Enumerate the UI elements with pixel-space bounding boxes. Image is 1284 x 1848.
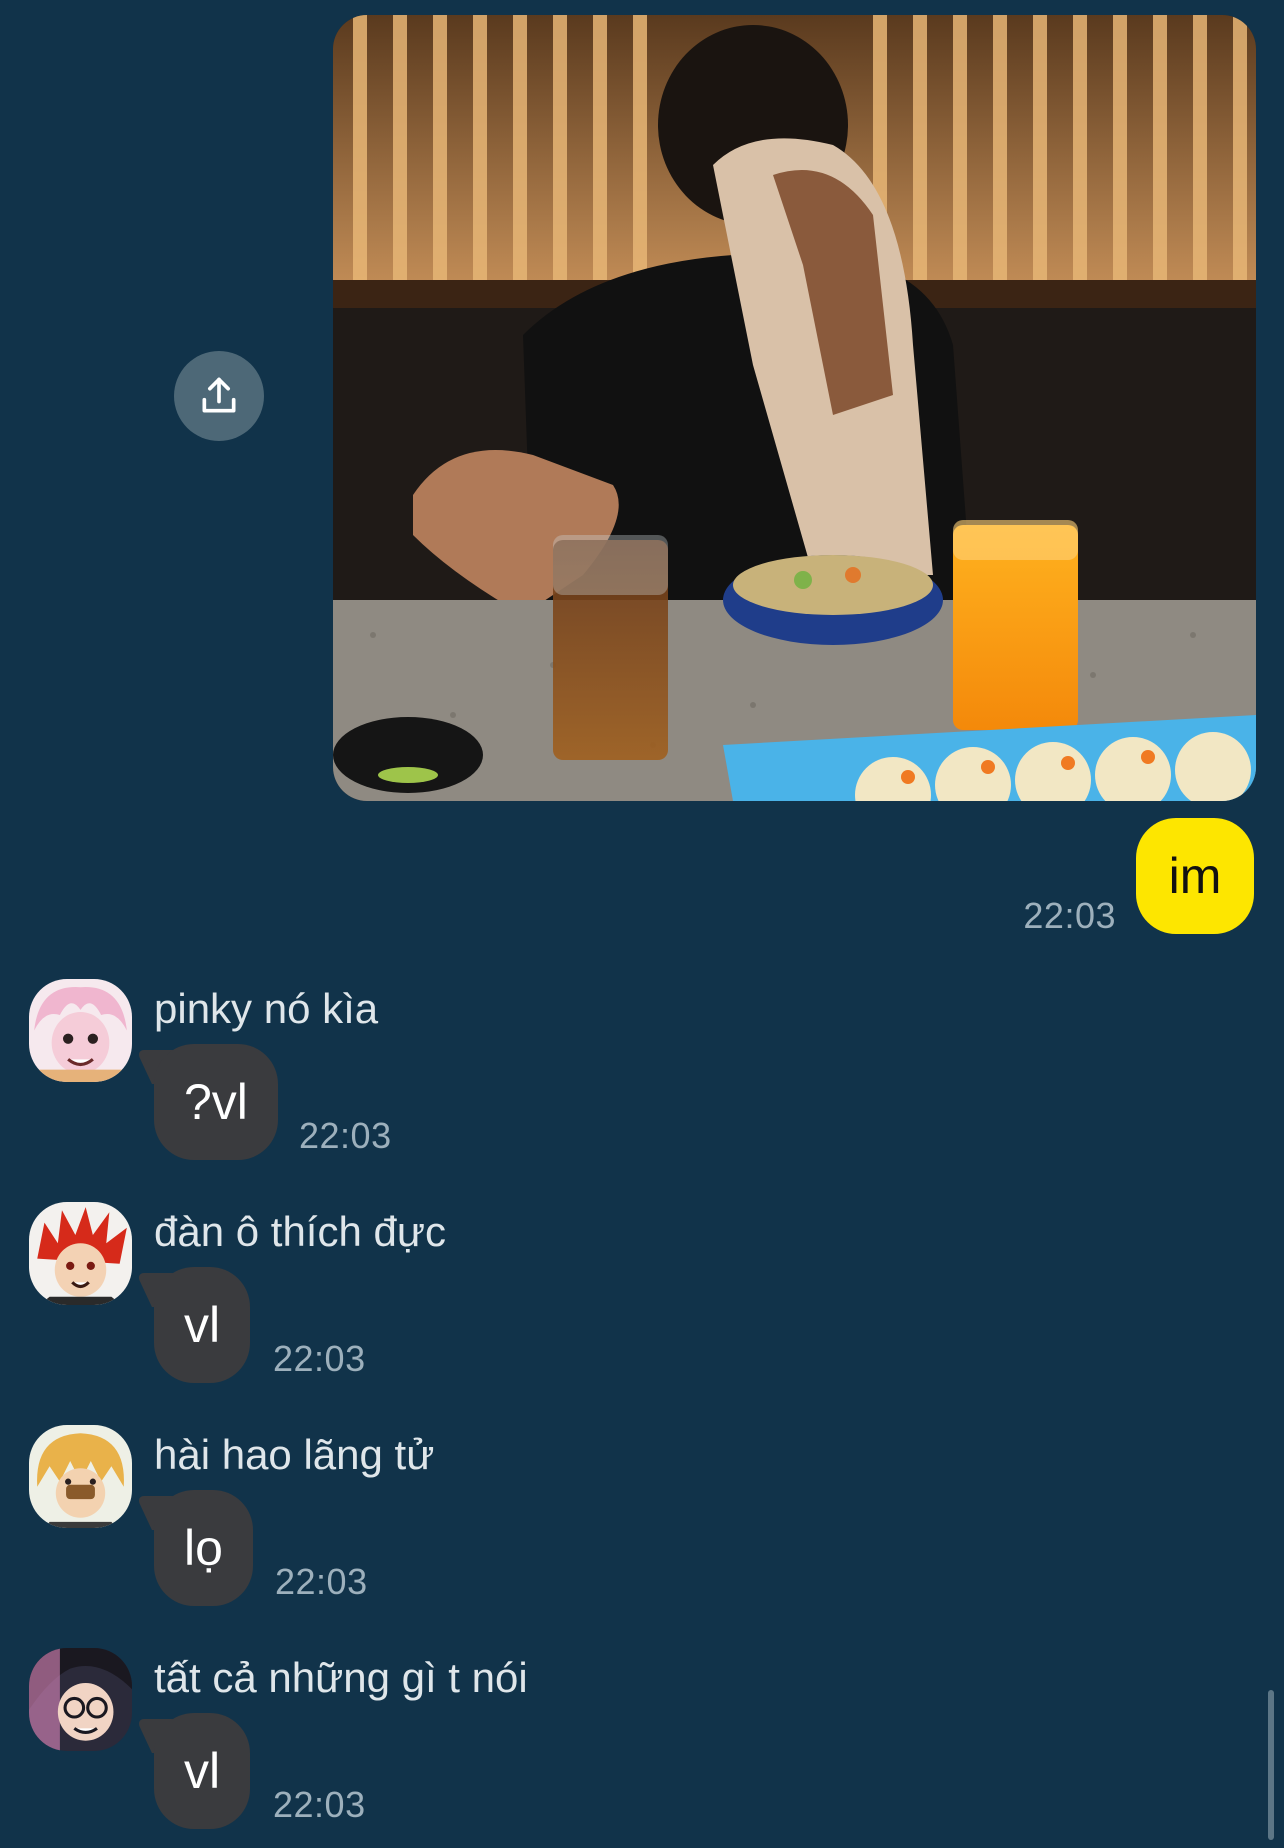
incoming-message-bubble[interactable]: lọ [154, 1490, 253, 1606]
sent-photo[interactable] [333, 15, 1256, 801]
chat-area[interactable]: im 22:03 pinky nó kìa ?vl 22:03 đàn ô th… [0, 0, 1284, 1847]
glasses-anime-avatar[interactable] [29, 1648, 132, 1751]
incoming-message-time: 22:03 [299, 1115, 392, 1156]
incoming-message: pinky nó kìa ?vl 22:03 [0, 979, 1200, 1179]
incoming-message: đàn ô thích đực vl 22:03 [0, 1202, 1200, 1402]
incoming-message-bubble[interactable]: vl [154, 1713, 251, 1829]
incoming-message-time: 22:03 [273, 1338, 366, 1379]
pink-hair-anime-avatar[interactable] [29, 979, 132, 1082]
incoming-message: hài hao lãng tử lọ 22:03 [0, 1425, 1200, 1625]
outgoing-message-bubble[interactable]: im [1136, 818, 1254, 934]
outgoing-message-time: 22:03 [1023, 895, 1116, 936]
sender-name: đàn ô thích đực [154, 1208, 446, 1255]
share-button[interactable] [174, 351, 264, 441]
red-spiky-hair-anime-avatar[interactable] [29, 1202, 132, 1305]
incoming-message-time: 22:03 [273, 1784, 366, 1825]
blonde-hair-anime-avatar[interactable] [29, 1425, 132, 1528]
incoming-message-bubble[interactable]: ?vl [154, 1044, 278, 1160]
share-upload-icon [202, 377, 236, 413]
sender-name: pinky nó kìa [154, 985, 379, 1032]
incoming-message-bubble[interactable]: vl [154, 1267, 251, 1383]
sender-name: hài hao lãng tử [154, 1431, 435, 1478]
scrollbar[interactable] [1268, 1690, 1274, 1840]
sender-name: tất cả những gì t nói [154, 1654, 528, 1701]
incoming-message: tất cả những gì t nói vl 22:03 [0, 1648, 1200, 1848]
incoming-message-time: 22:03 [275, 1561, 368, 1602]
